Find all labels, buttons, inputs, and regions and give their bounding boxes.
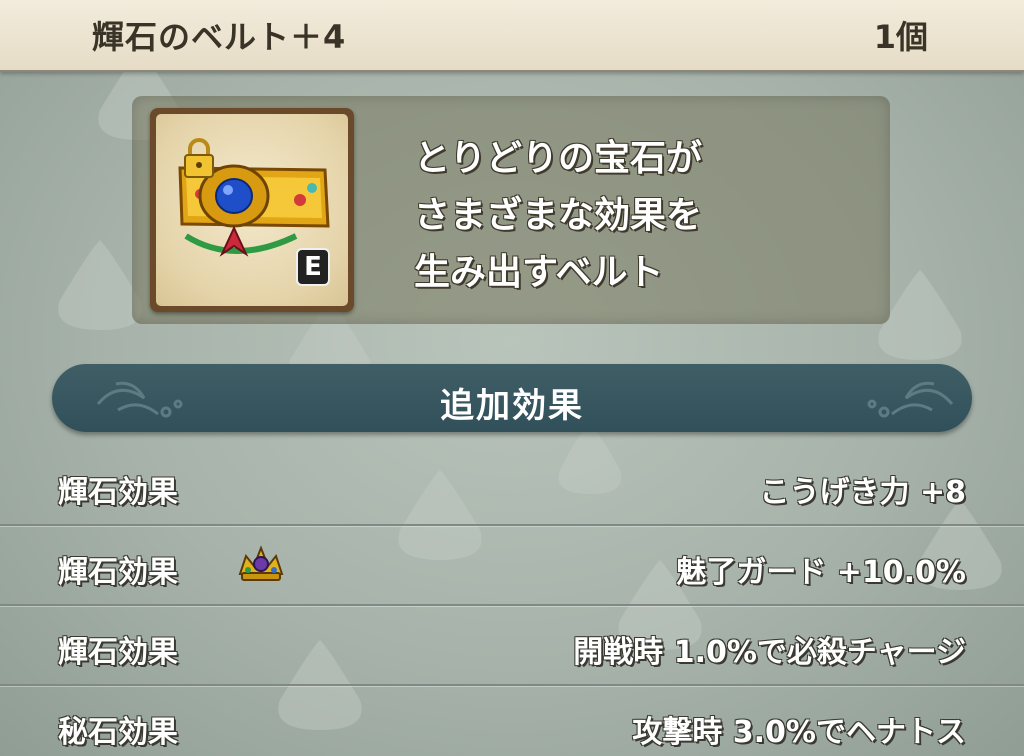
description-line: 生み出すベルト	[414, 252, 664, 293]
item-header: 輝石のベルト＋4 1個	[0, 0, 1024, 72]
additional-effects-banner: 追加効果	[52, 364, 972, 432]
effect-value: 攻撃時 3.0%でヘナトス	[632, 715, 966, 750]
equipped-badge: E	[296, 248, 330, 286]
effect-row: 輝石効果 こうげき力 +8	[0, 446, 1024, 526]
effect-value: 開戦時 1.0%で必殺チャージ	[573, 635, 966, 670]
effect-row: 輝石効果 魅了ガード +10.0%	[0, 526, 1024, 606]
effect-row: 輝石効果 開戦時 1.0%で必殺チャージ	[0, 606, 1024, 686]
crown-icon	[238, 545, 284, 581]
effect-name: 輝石効果	[58, 555, 178, 590]
description-line: とりどりの宝石が	[414, 138, 703, 179]
item-count: 1個	[873, 18, 928, 56]
effect-name: 秘石効果	[58, 715, 178, 750]
effect-row: 秘石効果 攻撃時 3.0%でヘナトス	[0, 686, 1024, 756]
section-title: 追加効果	[440, 386, 584, 426]
effect-value: こうげき力 +8	[759, 475, 966, 510]
description-line: さまざまな効果を	[414, 195, 703, 236]
right-flourish-icon	[867, 381, 954, 418]
effect-name: 輝石効果	[58, 475, 178, 510]
padlock-icon	[184, 138, 214, 178]
effect-value: 魅了ガード +10.0%	[676, 555, 966, 590]
item-icon-frame[interactable]: E	[150, 108, 354, 312]
effect-name: 輝石効果	[58, 635, 178, 670]
item-name: 輝石のベルト＋4	[92, 18, 347, 56]
item-detail-screen: 輝石のベルト＋4 1個 E とりどりの宝石が さまざまな効果を 生み出すベルト …	[0, 0, 1024, 756]
item-description: とりどりの宝石が さまざまな効果を 生み出すベルト	[414, 130, 874, 301]
